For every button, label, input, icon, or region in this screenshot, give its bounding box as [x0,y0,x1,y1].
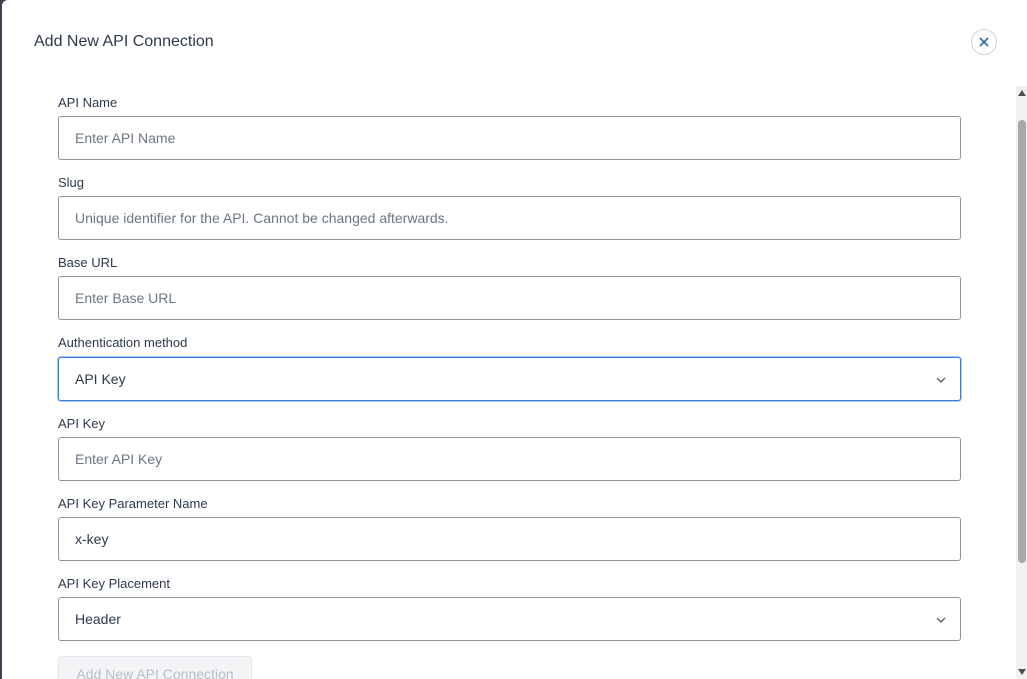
add-api-connection-button[interactable]: Add New API Connection [58,656,252,679]
api-name-input[interactable] [58,116,961,160]
api-name-label: API Name [58,95,118,110]
api-key-label: API Key [58,416,105,431]
triangle-up-icon [1017,90,1026,96]
api-key-param-input[interactable] [58,517,961,561]
scroll-up-arrow[interactable] [1016,87,1027,99]
api-key-input[interactable] [58,437,961,481]
auth-method-select[interactable]: API Key [58,357,961,401]
api-key-placement-label: API Key Placement [58,576,170,591]
slug-label: Slug [58,175,85,190]
close-icon [979,37,989,47]
triangle-down-icon [1017,669,1026,675]
scroll-down-arrow[interactable] [1016,666,1027,678]
base-url-label: Base URL [58,255,118,270]
api-key-param-label: API Key Parameter Name [58,496,208,511]
auth-method-value: API Key [75,371,126,387]
modal-title: Add New API Connection [34,33,214,50]
slug-input[interactable] [58,196,961,240]
chevron-down-icon [936,617,946,623]
api-key-placement-value: Header [75,611,121,627]
api-key-placement-select[interactable]: Header [58,597,961,641]
scrollbar-thumb[interactable] [1018,120,1026,563]
close-button[interactable] [971,29,997,55]
add-api-connection-modal: Add New API Connection API Name Slug Bas… [2,0,1027,679]
auth-method-label: Authentication method [58,335,188,350]
chevron-down-icon [936,377,946,383]
base-url-input[interactable] [58,276,961,320]
